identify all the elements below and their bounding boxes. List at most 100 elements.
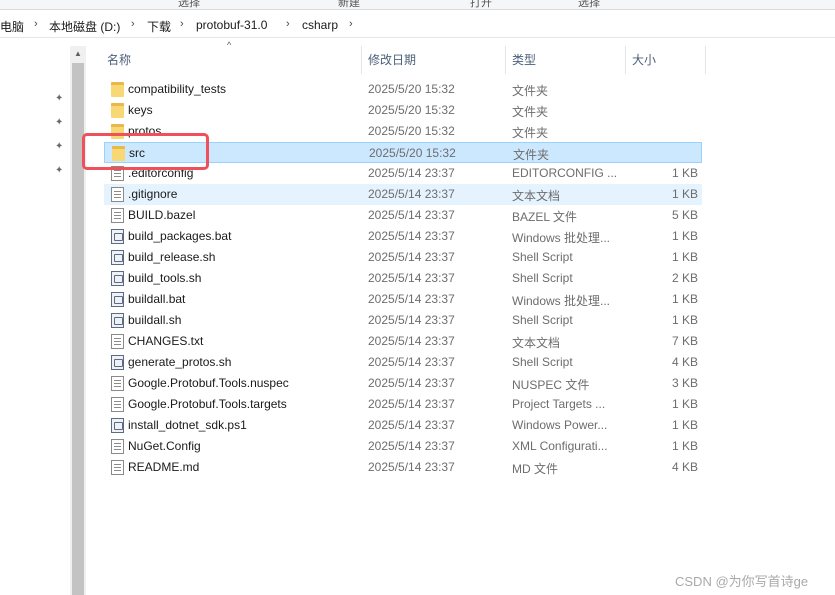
chevron-right-icon[interactable]: › <box>286 18 290 30</box>
file-name: generate_protos.sh <box>128 355 232 369</box>
file-date: 2025/5/20 15:32 <box>368 124 455 138</box>
file-size: 2 KB <box>671 271 698 285</box>
file-size: 3 KB <box>671 376 698 390</box>
breadcrumb-item[interactable]: 下载 <box>147 18 171 35</box>
file-row[interactable]: BUILD.bazel 2025/5/14 23:37 BAZEL 文件 5 KB <box>104 205 702 226</box>
column-name-header[interactable]: 名称 <box>100 46 362 74</box>
file-type: Windows Power... <box>512 418 608 432</box>
address-bar[interactable]: 电脑 › 本地磁盘 (D:) › 下载 › protobuf-31.0 › cs… <box>0 14 835 38</box>
file-size: 1 KB <box>671 439 698 453</box>
file-type: 文件夹 <box>512 126 549 140</box>
file-date: 2025/5/20 15:32 <box>368 82 455 96</box>
file-type: EDITORCONFIG ... <box>512 166 618 180</box>
file-row[interactable]: build_release.sh 2025/5/14 23:37 Shell Scr… <box>104 247 702 268</box>
chevron-right-icon[interactable]: › <box>349 18 353 30</box>
file-date: 2025/5/14 23:37 <box>368 292 455 306</box>
pin-icon[interactable]: ✦ <box>55 93 65 105</box>
breadcrumb-item[interactable]: 电脑 <box>0 18 24 35</box>
breadcrumb-item[interactable]: protobuf-31.0 <box>196 18 267 32</box>
file-name: install_dotnet_sdk.ps1 <box>128 418 247 432</box>
column-header: ^ 名称 修改日期 类型 大小 <box>100 40 706 74</box>
file-date: 2025/5/14 23:37 <box>368 355 455 369</box>
ribbon-item[interactable]: 新建 <box>338 0 360 10</box>
file-type: MD 文件 <box>512 462 558 476</box>
file-name: Google.Protobuf.Tools.nuspec <box>128 376 289 390</box>
file-type: Shell Script <box>512 313 573 327</box>
file-date: 2025/5/14 23:37 <box>368 397 455 411</box>
file-row[interactable]: compatibility_tests 2025/5/20 15:32 文件夹 <box>104 79 702 100</box>
pin-icon[interactable]: ✦ <box>55 165 65 177</box>
script-icon <box>111 271 124 286</box>
file-name: BUILD.bazel <box>128 208 196 222</box>
column-size-header[interactable]: 大小 <box>625 46 706 74</box>
watermark: CSDN @为你写首诗ge <box>675 574 809 589</box>
file-icon <box>111 376 124 391</box>
file-name: buildall.sh <box>128 313 182 327</box>
file-icon <box>111 439 124 454</box>
file-name: CHANGES.txt <box>128 334 204 348</box>
script-icon <box>111 418 124 433</box>
file-name: .gitignore <box>128 187 178 201</box>
file-row[interactable]: Google.Protobuf.Tools.targets 2025/5/14 2… <box>104 394 702 415</box>
file-size: 1 KB <box>671 418 698 432</box>
file-row[interactable]: buildall.sh 2025/5/14 23:37 Shell Script 1 … <box>104 310 702 331</box>
file-row[interactable]: .gitignore 2025/5/14 23:37 文本文档 1 KB <box>104 184 702 205</box>
file-type: Windows 批处理... <box>512 294 611 308</box>
file-type: Shell Script <box>512 355 573 369</box>
file-date: 2025/5/14 23:37 <box>368 250 455 264</box>
file-row[interactable]: NuGet.Config 2025/5/14 23:37 XML Configura… <box>104 436 702 457</box>
file-date: 2025/5/14 23:37 <box>368 229 455 243</box>
file-name: build_release.sh <box>128 250 216 264</box>
file-icon <box>111 187 124 202</box>
file-type: 文本文档 <box>512 336 561 350</box>
file-row[interactable]: build_tools.sh 2025/5/14 23:37 Shell Scrip… <box>104 268 702 289</box>
file-type: Windows 批处理... <box>512 231 611 245</box>
ribbon-item[interactable]: 打开 <box>470 0 492 10</box>
file-row[interactable]: CHANGES.txt 2025/5/14 23:37 文本文档 7 KB <box>104 331 702 352</box>
file-icon <box>111 208 124 223</box>
file-type: 文本文档 <box>512 189 561 203</box>
file-row[interactable]: keys 2025/5/20 15:32 文件夹 <box>104 100 702 121</box>
pin-icon[interactable]: ✦ <box>55 117 65 129</box>
chevron-right-icon[interactable]: › <box>131 18 135 30</box>
column-type-header[interactable]: 类型 <box>505 46 626 74</box>
file-type: XML Configurati... <box>512 439 608 453</box>
file-type: Shell Script <box>512 250 573 264</box>
file-name: README.md <box>128 460 200 474</box>
file-size: 4 KB <box>671 460 698 474</box>
file-date: 2025/5/14 23:37 <box>368 439 455 453</box>
file-row[interactable]: build_packages.bat 2025/5/14 23:37 Windows… <box>104 226 702 247</box>
file-row[interactable]: install_dotnet_sdk.ps1 2025/5/14 23:37 Win… <box>104 415 702 436</box>
scroll-up-arrow-icon[interactable]: ▲ <box>70 46 86 62</box>
file-size: 4 KB <box>671 355 698 369</box>
navigation-scrollbar[interactable]: ▲ <box>70 46 86 595</box>
file-type: 文件夹 <box>512 105 549 119</box>
script-icon <box>111 355 124 370</box>
file-row[interactable]: buildall.bat 2025/5/14 23:37 Windows 批处理..… <box>104 289 702 310</box>
file-list: ^ 名称 修改日期 类型 大小 compatibility_tests 2025/… <box>100 40 835 595</box>
file-size: 1 KB <box>671 250 698 264</box>
file-date: 2025/5/14 23:37 <box>368 460 455 474</box>
ribbon-item[interactable]: 选择 <box>178 0 200 10</box>
breadcrumb-item[interactable]: 本地磁盘 (D:) <box>49 18 120 35</box>
pin-icon[interactable]: ✦ <box>55 141 65 153</box>
file-type: 文件夹 <box>512 84 549 98</box>
file-date: 2025/5/20 15:32 <box>369 146 456 160</box>
file-row[interactable]: Google.Protobuf.Tools.nuspec 2025/5/14 23… <box>104 373 702 394</box>
file-size: 5 KB <box>671 208 698 222</box>
ribbon-item[interactable]: 选择 <box>578 0 600 10</box>
column-date-header[interactable]: 修改日期 <box>361 46 506 74</box>
chevron-right-icon[interactable]: › <box>34 18 38 30</box>
file-row[interactable]: generate_protos.sh 2025/5/14 23:37 Shell S… <box>104 352 702 373</box>
ribbon: 选择 新建 打开 选择 <box>0 0 835 10</box>
file-size: 1 KB <box>671 187 698 201</box>
file-date: 2025/5/14 23:37 <box>368 376 455 390</box>
chevron-right-icon[interactable]: › <box>180 18 184 30</box>
file-icon <box>111 397 124 412</box>
file-name: build_packages.bat <box>128 229 232 243</box>
file-row[interactable]: README.md 2025/5/14 23:37 MD 文件 4 KB <box>104 457 702 478</box>
breadcrumb-item[interactable]: csharp <box>302 18 338 32</box>
file-date: 2025/5/20 15:32 <box>368 103 455 117</box>
file-date: 2025/5/14 23:37 <box>368 208 455 222</box>
highlight-annotation <box>82 133 209 170</box>
